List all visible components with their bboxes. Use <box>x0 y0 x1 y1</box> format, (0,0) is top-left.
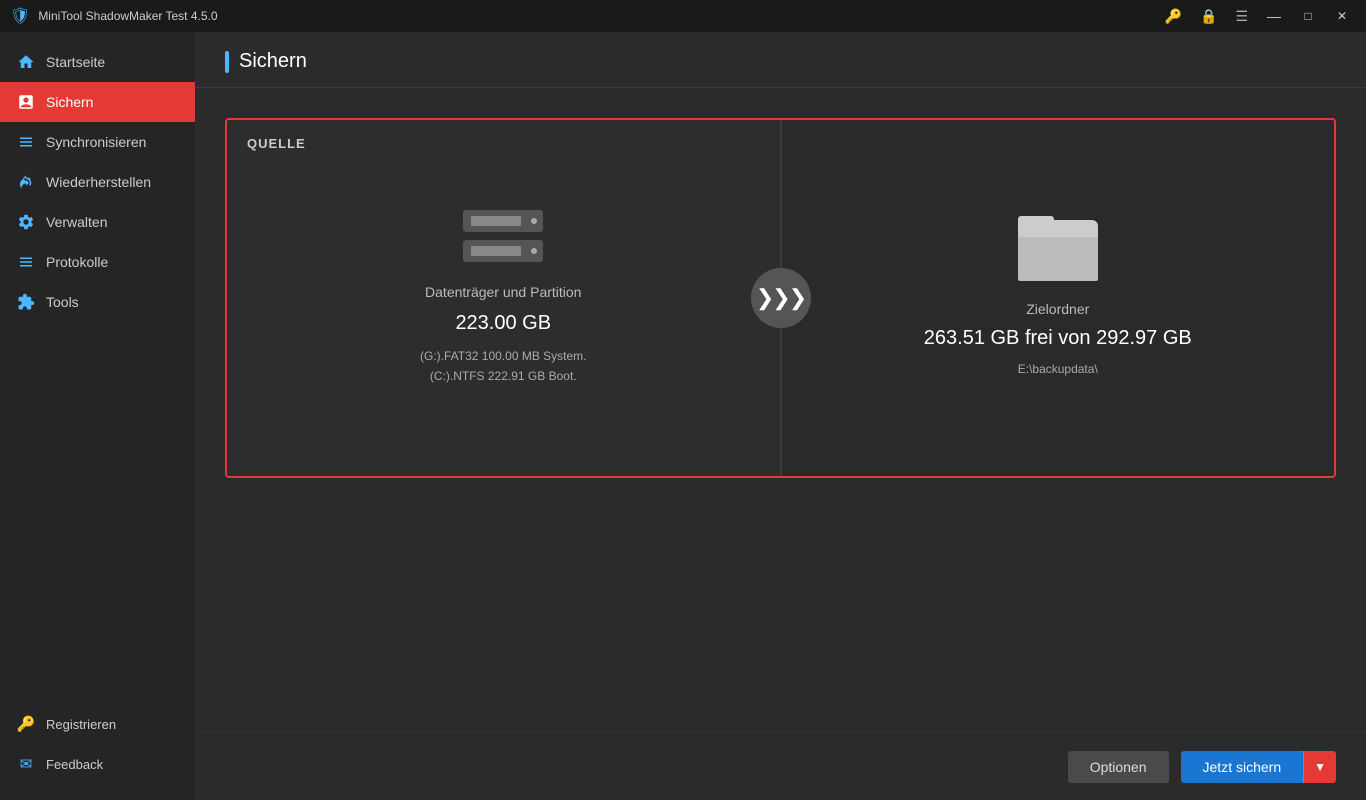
maximize-button[interactable]: □ <box>1294 2 1322 30</box>
minimize-button[interactable]: — <box>1260 2 1288 30</box>
sidebar-label-verwalten: Verwalten <box>46 214 107 230</box>
sidebar: Startseite Sichern Synchronisieren Wiede… <box>0 32 195 800</box>
backup-icon <box>16 92 36 112</box>
page-title: Sichern <box>239 50 307 73</box>
title-bar: 🛡 MiniTool ShadowMaker Test 4.5.0 🔑 🔒 ☰ … <box>0 0 1366 32</box>
main-layout: Startseite Sichern Synchronisieren Wiede… <box>0 32 1366 800</box>
dest-panel[interactable]: Zielordner 263.51 GB frei von 292.97 GB … <box>782 120 1335 476</box>
source-detail: (G:).FAT32 100.00 MB System. (C:).NTFS 2… <box>420 347 587 385</box>
backup-dropdown-button[interactable]: ▼ <box>1303 751 1336 783</box>
source-panel-label: QUELLE <box>247 136 306 151</box>
sidebar-item-sichern[interactable]: Sichern <box>0 82 195 122</box>
sidebar-label-registrieren: Registrieren <box>46 717 116 732</box>
sidebar-label-tools: Tools <box>46 294 79 310</box>
folder-icon <box>1018 216 1098 281</box>
register-icon: 🔑 <box>16 714 36 734</box>
sidebar-item-protokolle[interactable]: Protokolle <box>0 242 195 282</box>
source-size: 223.00 GB <box>455 312 551 335</box>
backup-panels: QUELLE ZIEL Datenträger und Partition 22 <box>225 118 1336 478</box>
sidebar-nav: Startseite Sichern Synchronisieren Wiede… <box>0 32 195 704</box>
restore-icon <box>16 172 36 192</box>
arrow-circle: ❯❯❯ <box>751 268 811 328</box>
source-panel[interactable]: Datenträger und Partition 223.00 GB (G:)… <box>227 120 780 476</box>
app-title: MiniTool ShadowMaker Test 4.5.0 <box>38 9 217 23</box>
feedback-icon: ✉ <box>16 754 36 774</box>
sidebar-label-synchronisieren: Synchronisieren <box>46 134 146 150</box>
close-button[interactable]: ✕ <box>1328 2 1356 30</box>
sidebar-label-feedback: Feedback <box>46 757 103 772</box>
sidebar-item-verwalten[interactable]: Verwalten <box>0 202 195 242</box>
disk-slot-dot-2 <box>531 248 537 254</box>
title-bar-left: 🛡 MiniTool ShadowMaker Test 4.5.0 <box>10 6 218 26</box>
manage-icon <box>16 212 36 232</box>
sidebar-item-synchronisieren[interactable]: Synchronisieren <box>0 122 195 162</box>
options-button[interactable]: Optionen <box>1068 751 1169 783</box>
sidebar-item-startseite[interactable]: Startseite <box>0 42 195 82</box>
bottom-bar: Optionen Jetzt sichern ▼ <box>195 732 1366 800</box>
disk-icon <box>463 210 543 262</box>
sidebar-bottom: 🔑 Registrieren ✉ Feedback <box>0 704 195 800</box>
sync-icon <box>16 132 36 152</box>
home-icon <box>16 52 36 72</box>
sidebar-item-tools[interactable]: Tools <box>0 282 195 322</box>
backup-button-container: Jetzt sichern ▼ <box>1181 751 1336 783</box>
disk-slot-2 <box>463 240 543 262</box>
content-header: Sichern <box>195 32 1366 88</box>
sidebar-item-registrieren[interactable]: 🔑 Registrieren <box>0 704 195 744</box>
app-logo-icon: 🛡 <box>10 6 30 26</box>
backup-area: QUELLE ZIEL Datenträger und Partition 22 <box>195 88 1366 732</box>
source-subtitle: Datenträger und Partition <box>425 284 581 300</box>
folder-open <box>1018 237 1098 281</box>
dest-subtitle: Zielordner <box>1026 301 1089 317</box>
sidebar-label-startseite: Startseite <box>46 54 105 70</box>
backup-now-button[interactable]: Jetzt sichern <box>1181 751 1304 783</box>
lock-icon[interactable]: 🔒 <box>1194 6 1223 27</box>
content-area: Sichern QUELLE ZIEL <box>195 32 1366 800</box>
tools-icon <box>16 292 36 312</box>
disk-slot-dot-1 <box>531 218 537 224</box>
sidebar-label-protokolle: Protokolle <box>46 254 108 270</box>
key-icon[interactable]: 🔑 <box>1159 6 1188 27</box>
sidebar-label-sichern: Sichern <box>46 94 93 110</box>
log-icon <box>16 252 36 272</box>
title-bar-controls: 🔑 🔒 ☰ — □ ✕ <box>1159 2 1356 30</box>
header-accent-bar <box>225 51 229 73</box>
dest-free-space: 263.51 GB frei von 292.97 GB <box>924 327 1192 350</box>
dest-path: E:\backupdata\ <box>1018 360 1098 379</box>
sidebar-item-wiederherstellen[interactable]: Wiederherstellen <box>0 162 195 202</box>
menu-icon[interactable]: ☰ <box>1229 6 1254 27</box>
arrow-text: ❯❯❯ <box>756 285 805 311</box>
disk-slot-1 <box>463 210 543 232</box>
sidebar-item-feedback[interactable]: ✉ Feedback <box>0 744 195 784</box>
sidebar-label-wiederherstellen: Wiederherstellen <box>46 174 151 190</box>
